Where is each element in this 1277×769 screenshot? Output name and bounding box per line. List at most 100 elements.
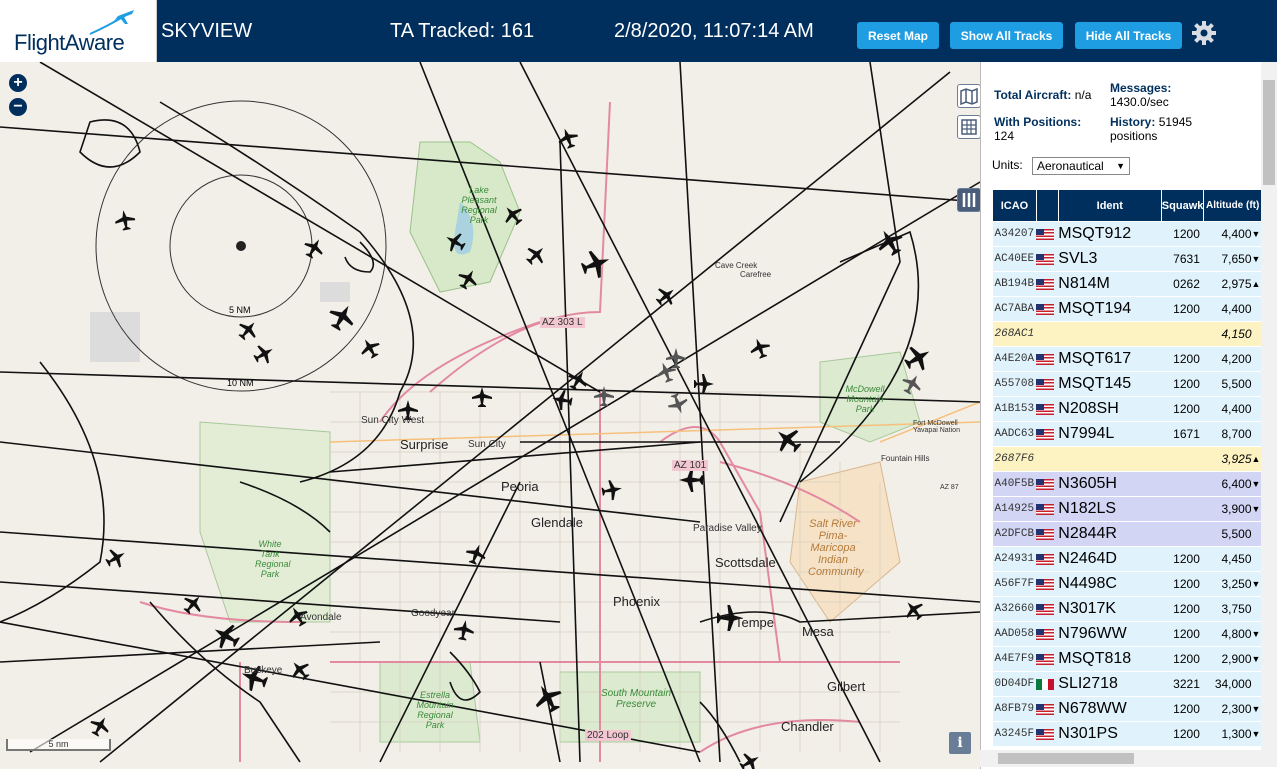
table-row[interactable]: A55708 MSQT145 1200 5,500	[992, 371, 1262, 397]
tracked-count: TA Tracked: 161	[390, 20, 535, 42]
flag-cell	[1036, 271, 1059, 297]
col-flag[interactable]	[1035, 189, 1059, 222]
table-row[interactable]: A4E7F9 MSQT818 1200 2,900 ▼	[992, 646, 1262, 672]
map-layers-icon[interactable]	[957, 84, 980, 108]
col-icao[interactable]: ICAO	[992, 189, 1037, 222]
ident-cell: N2464D	[1058, 546, 1162, 572]
table-row[interactable]: A2DFCB N2844R 5,500	[992, 521, 1262, 547]
table-row[interactable]: AAD058 N796WW 1200 4,800 ▼	[992, 621, 1262, 647]
city-label: Buckeye	[244, 665, 283, 676]
scroll-thumb[interactable]	[1263, 80, 1275, 185]
table-row[interactable]: A32660 N3017K 1200 3,750	[992, 596, 1262, 622]
units-select[interactable]: Aeronautical ▼	[1032, 157, 1130, 175]
table-row[interactable]: AC40EE SVL3 7631 7,650 ▼	[992, 246, 1262, 272]
vertical-scrollbar[interactable]	[1261, 62, 1277, 750]
reset-map-button[interactable]: Reset Map	[857, 22, 939, 49]
map-view[interactable]: + − 5 NM 10 NM Sun City West Sun City Su…	[0, 62, 980, 769]
icao-cell: AAD058	[992, 621, 1037, 647]
ident-cell: N182LS	[1058, 496, 1162, 522]
ident-cell: SVL3	[1058, 246, 1162, 272]
table-row[interactable]: 2687F6 3,925 ▲	[992, 446, 1262, 472]
trend-icon	[1251, 371, 1262, 397]
messages: Messages: 1430.0/sec	[1110, 81, 1171, 109]
flag-cell	[1036, 571, 1059, 597]
city-label: Avondale	[300, 612, 342, 623]
trend-icon	[1251, 546, 1262, 572]
ident-cell: MSQT912	[1058, 221, 1162, 247]
park-label: McDowell Mountain Park	[845, 384, 885, 414]
flag-cell	[1036, 321, 1059, 347]
app-title: SKYVIEW	[161, 20, 253, 42]
table-row[interactable]: A8FB79 N678WW 1200 2,300 ▼	[992, 696, 1262, 722]
columns-icon[interactable]	[957, 188, 980, 212]
flag-cell	[1036, 671, 1059, 697]
table-row[interactable]: A4E20A MSQT617 1200 4,200	[992, 346, 1262, 372]
trend-icon	[1251, 596, 1262, 622]
flightaware-logo[interactable]: FlightAware	[0, 0, 157, 62]
altitude-cell: 8,700	[1203, 421, 1252, 447]
col-ident[interactable]: Ident	[1057, 189, 1162, 222]
messages-value: 1430.0/sec	[1110, 95, 1169, 109]
col-altitude[interactable]: Altitude (ft)	[1203, 189, 1262, 222]
table-row[interactable]: A1B153 N208SH 1200 4,400	[992, 396, 1262, 422]
us-flag-icon	[1036, 479, 1055, 491]
squawk-cell	[1161, 446, 1204, 472]
squawk-cell: 1200	[1161, 221, 1204, 247]
table-row[interactable]: 268AC1 4,150	[992, 321, 1262, 347]
icao-cell: A24931	[992, 546, 1037, 572]
us-flag-icon	[1036, 729, 1055, 741]
ring-label-5nm: 5 NM	[229, 305, 251, 315]
table-row[interactable]: A24931 N2464D 1200 4,450	[992, 546, 1262, 572]
us-flag-icon	[1036, 704, 1055, 716]
altitude-cell: 34,000	[1203, 671, 1252, 697]
flag-cell	[1036, 521, 1059, 547]
table-row[interactable]: A56F7F N4498C 1200 3,250 ▼	[992, 571, 1262, 597]
road-label: 202 Loop	[585, 730, 631, 741]
altitude-cell: 2,900	[1203, 646, 1252, 672]
table-row[interactable]: A34207 MSQT912 1200 4,400 ▼	[992, 221, 1262, 247]
us-flag-icon	[1036, 554, 1055, 566]
history: History: 51945 positions	[1110, 115, 1210, 143]
altitude-cell: 4,400	[1203, 296, 1252, 322]
hide-all-tracks-button[interactable]: Hide All Tracks	[1075, 22, 1182, 49]
icao-cell: A4E20A	[992, 346, 1037, 372]
us-flag-icon	[1036, 529, 1055, 541]
squawk-cell: 1200	[1161, 371, 1204, 397]
units-value: Aeronautical	[1037, 159, 1104, 173]
table-row[interactable]: A3245F N301PS 1200 1,300 ▼	[992, 721, 1262, 747]
squawk-cell: 0262	[1161, 271, 1204, 297]
us-flag-icon	[1036, 379, 1055, 391]
zoom-out-button[interactable]: −	[9, 98, 27, 116]
icao-cell: A8FB79	[992, 696, 1037, 722]
city-label: Carefree	[740, 270, 772, 279]
flag-cell	[1036, 396, 1059, 422]
total-aircraft: Total Aircraft: n/a	[994, 88, 1091, 102]
gear-icon[interactable]	[1191, 20, 1217, 46]
trend-icon	[1251, 671, 1262, 697]
city-label: Phoenix	[613, 594, 660, 609]
city-label: Chandler	[781, 719, 834, 734]
table-row[interactable]: A14925 N182LS 3,900 ▼	[992, 496, 1262, 522]
col-squawk[interactable]: Squawk	[1160, 189, 1205, 222]
scroll-thumb[interactable]	[998, 753, 1134, 764]
flag-cell	[1036, 346, 1059, 372]
zoom-in-button[interactable]: +	[9, 74, 27, 92]
us-flag-icon	[1036, 404, 1055, 416]
ident-cell: MSQT194	[1058, 296, 1162, 322]
grid-icon[interactable]	[957, 115, 980, 139]
table-row[interactable]: AB194B N814M 0262 2,975 ▲	[992, 271, 1262, 297]
horizontal-scrollbar[interactable]	[980, 750, 1277, 767]
map-canvas[interactable]	[0, 62, 980, 769]
flag-cell	[1036, 246, 1059, 272]
table-row[interactable]: 0D04DF SLI2718 3221 34,000	[992, 671, 1262, 697]
show-all-tracks-button[interactable]: Show All Tracks	[950, 22, 1063, 49]
table-row[interactable]: AADC63 N7994L 1671 8,700	[992, 421, 1262, 447]
ident-cell: N814M	[1058, 271, 1162, 297]
icao-cell: AC40EE	[992, 246, 1037, 272]
ident-cell	[1058, 321, 1162, 347]
info-icon[interactable]: i	[949, 732, 971, 754]
table-row[interactable]: A40F5B N3605H 6,400 ▼	[992, 471, 1262, 497]
table-row[interactable]: AC7ABA MSQT194 1200 4,400	[992, 296, 1262, 322]
icao-cell: A4E7F9	[992, 646, 1037, 672]
trend-icon	[1251, 421, 1262, 447]
